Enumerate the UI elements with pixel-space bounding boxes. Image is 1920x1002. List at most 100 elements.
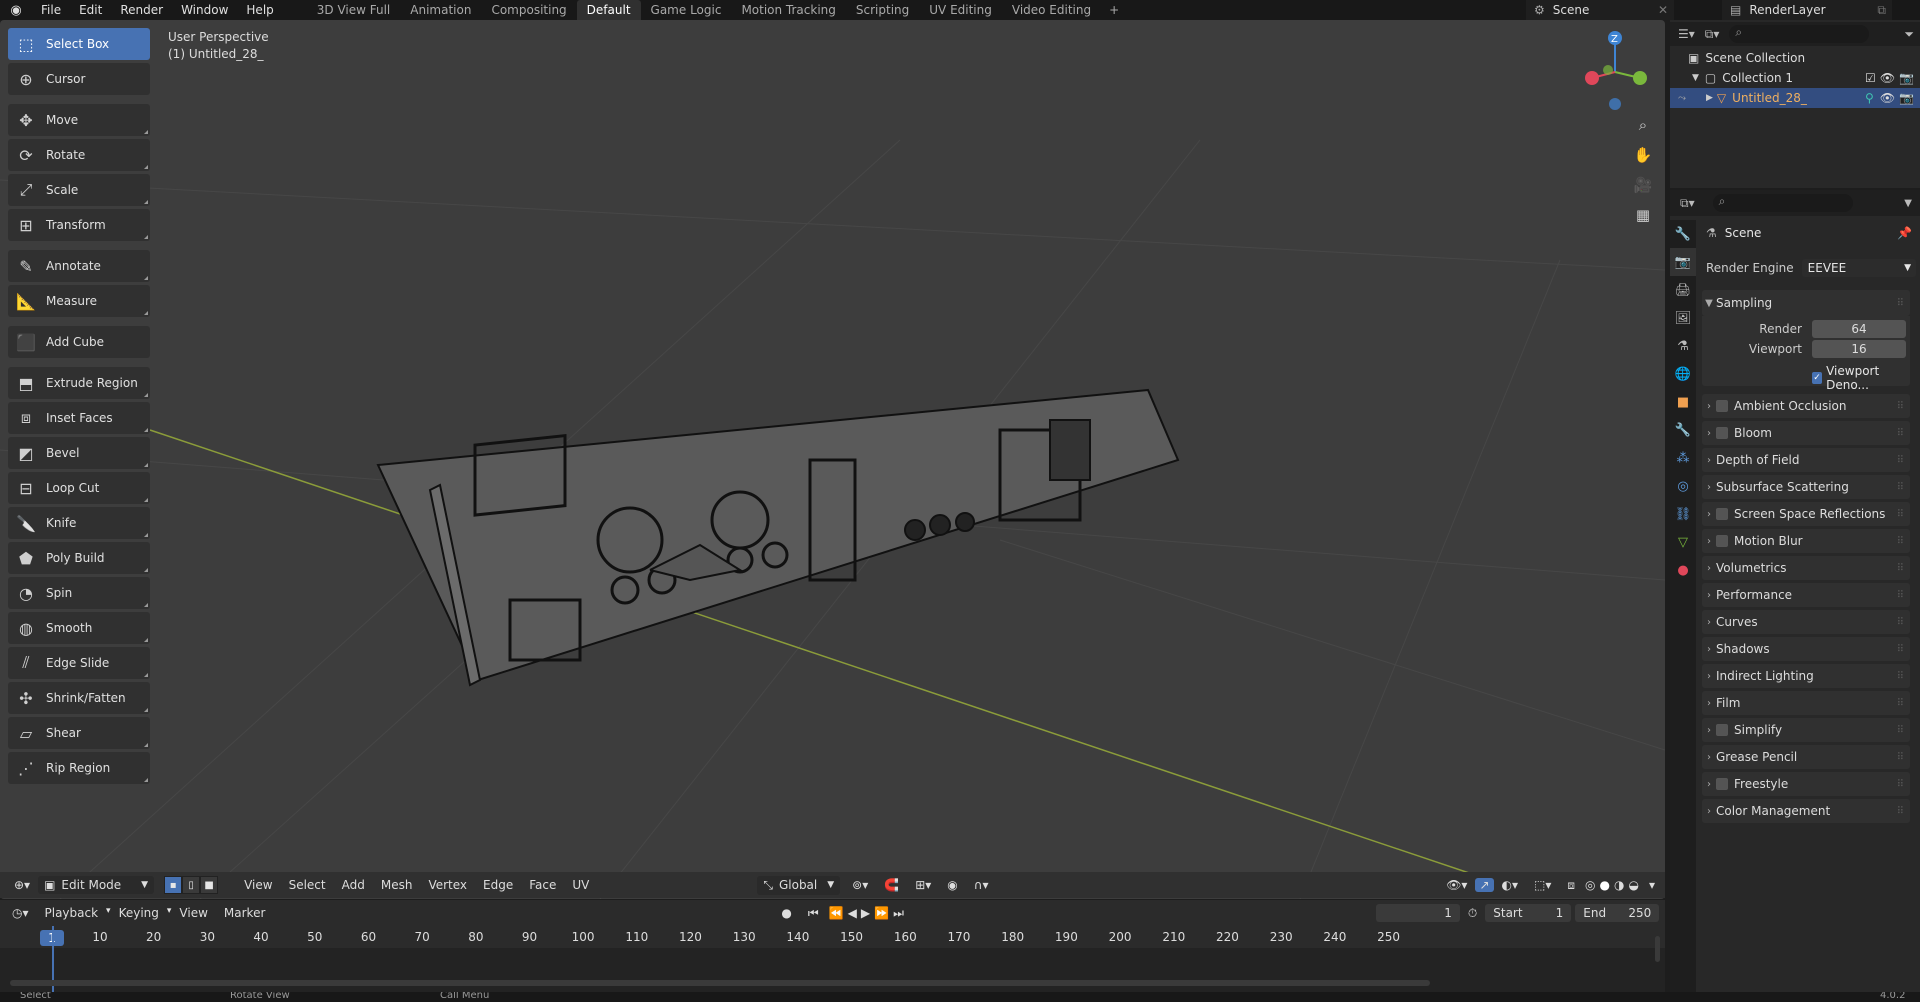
tool-knife[interactable]: 🔪 Knife [8,507,150,539]
prev-key-icon[interactable]: ⏪ [827,906,846,920]
mode-dropdown[interactable]: ▣ Edit Mode ▼ [38,876,155,894]
menu-window[interactable]: Window [172,0,237,20]
panel-enable-checkbox[interactable] [1716,508,1728,520]
vertex-select-icon[interactable]: ▪ [164,876,183,894]
timeline-dropdown[interactable]: Keying ▾ [111,906,172,920]
workspace-tab-motion-tracking[interactable]: Motion Tracking [731,0,845,20]
tool-edge-slide[interactable]: ⫽ Edge Slide [8,647,150,679]
drag-grip-icon[interactable]: ⠿ [1897,752,1904,763]
object-eye-icon[interactable]: 👁 [1880,91,1895,105]
editor-type-icon[interactable]: ⊕▾ [0,878,38,892]
3d-viewport[interactable]: User Perspective (1) Untitled_28_ Z ⌕ ✋ … [0,20,1665,899]
gizmo-toggle-icon[interactable]: ↗ [1475,878,1494,892]
jump-end-icon[interactable]: ⏭ [891,906,906,921]
workspace-tab-uv-editing[interactable]: UV Editing [919,0,1002,20]
panel-performance[interactable]: › Performance ⠿ [1702,583,1910,607]
timeline-dropdown[interactable]: Playback ▾ [37,906,111,920]
pivot-icon[interactable]: ⊚▾ [844,878,876,892]
scene-selector[interactable]: ⚙ Scene ✕ [1526,0,1674,20]
end-frame-field[interactable]: End 250 [1575,904,1660,922]
face-select-icon[interactable]: ■ [200,876,219,894]
physics-tab-icon[interactable]: ◎ [1670,472,1696,500]
include-checkbox[interactable]: ☑ [1865,71,1876,85]
drag-grip-icon[interactable]: ⠿ [1897,806,1904,817]
filter-icon[interactable]: ⏷ [1904,27,1914,42]
material-shading-icon[interactable]: ◑ [1612,878,1626,892]
pin-context-icon[interactable]: 📌 [1897,226,1912,240]
workspace-tab-game-logic[interactable]: Game Logic [641,0,732,20]
render-camera-icon[interactable]: 📷 [1899,71,1914,85]
panel-indirect-lighting[interactable]: › Indirect Lighting ⠿ [1702,664,1910,688]
add-workspace-button[interactable]: + [1101,3,1127,17]
properties-editor[interactable]: ⧉▾ ⌕ ▼ 🔧 📷 🖨 🖼 ⚗ 🌐 ■ 🔧 ⁂ ◎ ⛓ ▽ ● ⚗ Scene… [1670,190,1920,992]
viewport-menu-uv[interactable]: UV [564,878,597,892]
render-tab-icon[interactable]: 📷 [1670,248,1696,276]
record-icon[interactable]: ● [773,906,799,920]
world-tab-icon[interactable]: 🌐 [1670,360,1696,388]
panel-shadows[interactable]: › Shadows ⠿ [1702,637,1910,661]
workspace-tab-video-editing[interactable]: Video Editing [1002,0,1101,20]
workspace-tab-default[interactable]: Default [576,0,641,20]
drag-grip-icon[interactable]: ⠿ [1897,644,1904,655]
drag-grip-icon[interactable]: ⠿ [1897,509,1904,520]
viewport-samples-field[interactable]: 16 [1812,340,1906,358]
viewport-menu-add[interactable]: Add [334,878,373,892]
solid-shading-icon[interactable]: ● [1598,878,1612,892]
constraints-tab-icon[interactable]: ⛓ [1670,500,1696,528]
timeline-menu-keying[interactable]: Keying [111,906,167,920]
outliner[interactable]: ☰▾ ⧉▾ ⌕ ⏷ ▣ Scene Collection ▼ ▢ Collect… [1670,20,1920,188]
properties-editor-icon[interactable]: ⧉▾ [1680,196,1695,211]
view-layer-tab-icon[interactable]: 🖼 [1670,304,1696,332]
scene-tab-icon[interactable]: ⚗ [1670,332,1696,360]
modifier-tab-icon[interactable]: 🔧 [1670,416,1696,444]
timeline-scrollbar[interactable] [10,980,1430,986]
copy-icon[interactable]: ⧉ [1877,3,1886,18]
visibility-icon[interactable]: 👁▾ [1438,878,1475,892]
pan-hand-icon[interactable]: ✋ [1630,142,1656,168]
navigation-gizmo[interactable]: Z [1570,24,1650,110]
panel-ambient-occlusion[interactable]: › Ambient Occlusion ⠿ [1702,394,1910,418]
panel-film[interactable]: › Film ⠿ [1702,691,1910,715]
blender-logo-icon[interactable]: ◉ [0,3,32,18]
tool-cursor[interactable]: ⊕ Cursor [8,63,150,95]
sampling-panel-header[interactable]: ▼ Sampling ⠿ [1702,290,1910,316]
outliner-search-icon[interactable]: ⌕ [1729,25,1870,43]
object-row[interactable]: ⤳ ▶ ▽ Untitled_28_ ⚲ 👁 📷 [1670,88,1920,108]
panel-curves[interactable]: › Curves ⠿ [1702,610,1910,634]
tool-bevel[interactable]: ◩ Bevel [8,437,150,469]
panel-motion-blur[interactable]: › Motion Blur ⠿ [1702,529,1910,553]
drag-grip-icon[interactable]: ⠿ [1897,590,1904,601]
panel-depth-of-field[interactable]: › Depth of Field ⠿ [1702,448,1910,472]
tool-annotate[interactable]: ✎ Annotate [8,250,150,282]
panel-subsurface-scattering[interactable]: › Subsurface Scattering ⠿ [1702,475,1910,499]
tool-rip-region[interactable]: ⋰ Rip Region [8,752,150,784]
pin-icon[interactable]: ✕ [1658,3,1668,17]
panel-freestyle[interactable]: › Freestyle ⠿ [1702,772,1910,796]
shading-options-icon[interactable]: ▾ [1641,878,1665,892]
panel-color-management[interactable]: › Color Management ⠿ [1702,799,1910,823]
drag-grip-icon[interactable]: ⠿ [1897,779,1904,790]
timeline-editor-icon[interactable]: ◷▾ [0,906,37,920]
xray-icon[interactable]: ⧈ [1559,878,1583,893]
data-tab-icon[interactable]: ▽ [1670,528,1696,556]
tool-scale[interactable]: ⤢ Scale [8,174,150,206]
output-tab-icon[interactable]: 🖨 [1670,276,1696,304]
snap-icon[interactable]: 🧲 [876,878,907,892]
outliner-editor-icon[interactable]: ☰▾ [1678,27,1695,41]
panel-enable-checkbox[interactable] [1716,400,1728,412]
drag-grip-icon[interactable]: ⠿ [1897,536,1904,547]
expand-icon[interactable]: ▼ [1692,73,1699,83]
rendered-shading-icon[interactable]: ◒ [1626,878,1640,892]
panel-grease-pencil[interactable]: › Grease Pencil ⠿ [1702,745,1910,769]
viewport-menu-mesh[interactable]: Mesh [373,878,421,892]
current-frame-field[interactable]: 1 [1375,904,1460,922]
menu-render[interactable]: Render [111,0,172,20]
collection-row[interactable]: ▼ ▢ Collection 1 ☑ 👁 📷 [1670,68,1920,88]
workspace-tab-animation[interactable]: Animation [400,0,481,20]
tool-inset-faces[interactable]: ⧈ Inset Faces [8,402,150,434]
tool-rotate[interactable]: ⟳ Rotate [8,139,150,171]
tool-poly-build[interactable]: ⬟ Poly Build [8,542,150,574]
overlay-icon[interactable]: ◐▾ [1494,878,1527,892]
denoise-checkbox-icon[interactable]: ✓ [1812,372,1823,384]
menu-edit[interactable]: Edit [70,0,111,20]
